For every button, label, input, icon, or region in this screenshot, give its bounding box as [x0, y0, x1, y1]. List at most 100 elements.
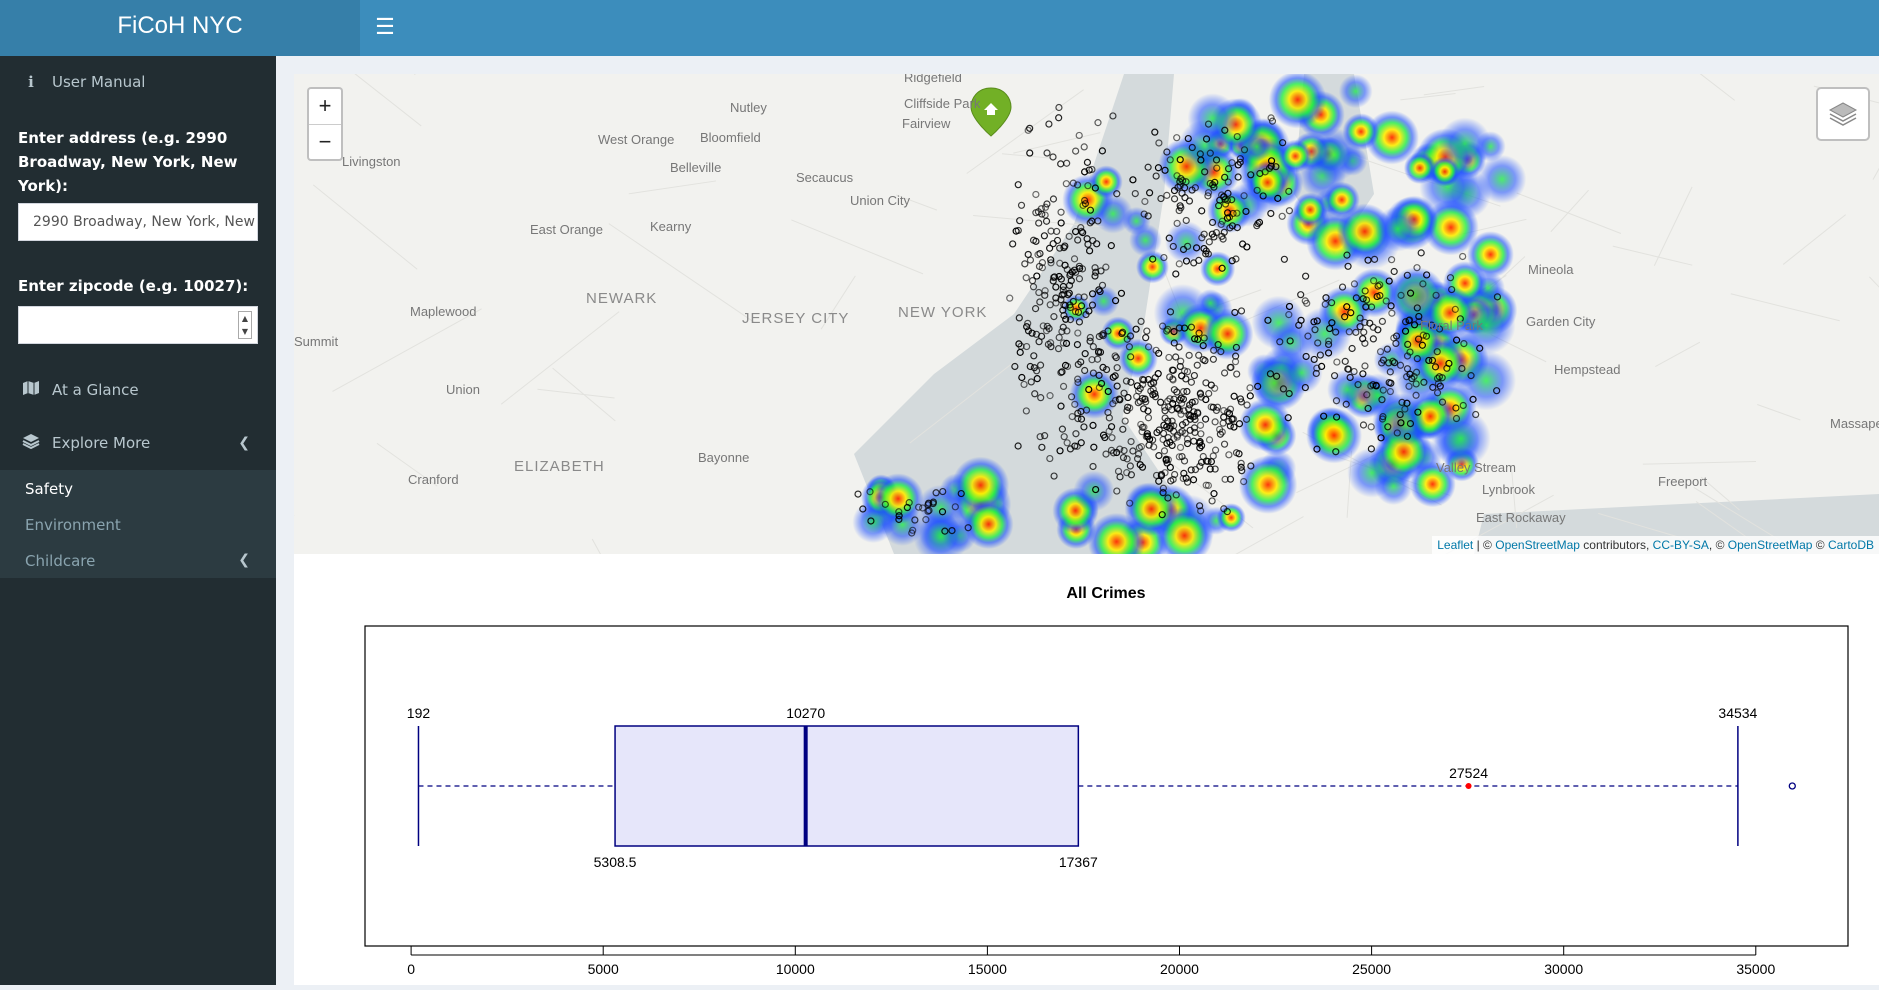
crime-point: [1200, 454, 1206, 460]
app-title[interactable]: FiCoH NYC: [0, 0, 360, 56]
crime-point: [1056, 115, 1062, 121]
crime-point: [1073, 148, 1079, 154]
crime-point: [1418, 250, 1424, 256]
heatmap-blob: [1093, 194, 1133, 234]
crime-point: [1044, 218, 1050, 224]
heatmap-blob: [1118, 339, 1158, 379]
sidebar-item-at-a-glance[interactable]: At a Glance: [0, 369, 276, 411]
hamburger-icon[interactable]: ☰: [372, 14, 398, 40]
submenu-item-environment[interactable]: Environment: [25, 516, 121, 534]
place-label: Bayonne: [698, 450, 749, 465]
address-input[interactable]: 2990 Broadway, New York, New York: [18, 203, 258, 241]
attribution-text: | ©: [1473, 538, 1495, 552]
crime-point: [1360, 422, 1366, 428]
map-street: [1654, 187, 1692, 266]
sidebar-item-label: User Manual: [52, 73, 145, 91]
place-label: Livingston: [342, 154, 401, 169]
place-label: Cranford: [408, 472, 459, 487]
crime-point: [1023, 275, 1029, 281]
place-label: Cliffside Park: [904, 96, 980, 111]
place-label: Hempstead: [1554, 362, 1620, 377]
crime-point: [1025, 251, 1031, 257]
crime-point: [1202, 358, 1208, 364]
heatmap-blob: [1202, 308, 1254, 360]
zipcode-input[interactable]: ▲▼: [18, 306, 258, 344]
map-attribution: Leaflet | © OpenStreetMap contributors, …: [1432, 536, 1879, 554]
attribution-text: contributors,: [1580, 538, 1653, 552]
crime-point: [1188, 379, 1194, 385]
map-street: [592, 539, 612, 554]
crime-point: [1213, 447, 1219, 453]
place-label: Ridgefield: [904, 74, 962, 85]
map-street: [1873, 108, 1879, 179]
crime-point: [1226, 452, 1232, 458]
crime-heatmap[interactable]: Nutley Ridgefield Cliffside Park Fairvie…: [294, 74, 1879, 554]
iqr-box: [615, 726, 1078, 846]
crime-point: [1173, 271, 1179, 277]
place-label: Fairview: [902, 116, 950, 131]
osm-link[interactable]: OpenStreetMap: [1495, 538, 1580, 552]
crime-point: [1206, 239, 1212, 245]
crime-point: [1199, 208, 1205, 214]
zoom-out-button[interactable]: −: [309, 125, 341, 160]
crime-point: [855, 491, 861, 497]
crime-point: [1194, 362, 1200, 368]
crime-point: [1015, 182, 1021, 188]
heatmap-blob: [1279, 140, 1312, 173]
map-street: [501, 312, 619, 405]
crime-point: [1158, 399, 1164, 405]
crime-point: [1210, 356, 1216, 362]
map-canvas[interactable]: [294, 74, 1879, 554]
crime-point: [1460, 253, 1466, 259]
x-tick-label: 10000: [776, 961, 815, 977]
place-label: Secaucus: [796, 170, 853, 185]
attribution-text: , ©: [1709, 538, 1728, 552]
place-label: Union City: [850, 193, 910, 208]
leaflet-link[interactable]: Leaflet: [1437, 538, 1473, 552]
place-label: Freeport: [1658, 474, 1707, 489]
crime-point: [1134, 393, 1140, 399]
crime-point: [1030, 278, 1036, 284]
heatmap-blob: [1073, 471, 1114, 512]
crime-point: [1044, 150, 1050, 156]
q1-label: 5308.5: [594, 854, 637, 870]
crime-point: [1334, 359, 1340, 365]
cc-by-sa-link[interactable]: CC-BY-SA: [1653, 538, 1709, 552]
heatmap-blob: [1239, 398, 1292, 451]
crime-point: [1047, 245, 1053, 251]
highlight-label: 27524: [1449, 765, 1488, 781]
layers-icon: [18, 433, 44, 453]
crime-point: [1206, 391, 1212, 397]
submenu-item-safety[interactable]: Safety: [25, 480, 73, 498]
heatmap-blob: [1136, 250, 1169, 283]
heatmap-blob: [1478, 155, 1527, 204]
heatmap-blob: [1188, 93, 1238, 143]
heatmap-blob: [1439, 117, 1492, 170]
cartodb-link[interactable]: CartoDB: [1828, 538, 1874, 552]
map-street: [333, 309, 482, 392]
layers-control-button[interactable]: [1816, 87, 1870, 141]
crime-point: [1033, 191, 1039, 197]
place-label: Nutley: [730, 100, 767, 115]
place-label: East Rockaway: [1476, 510, 1566, 525]
osm-link[interactable]: OpenStreetMap: [1728, 538, 1813, 552]
zoom-in-button[interactable]: +: [309, 89, 341, 125]
crime-point: [1050, 154, 1056, 160]
map-street: [1694, 74, 1734, 100]
zoom-control: + −: [307, 87, 343, 161]
crime-point: [1198, 422, 1204, 428]
all-crimes-boxplot: All Crimes 19210270345345308.51736727524…: [294, 554, 1879, 985]
map-street: [1655, 342, 1700, 366]
place-label: Valley Stream: [1436, 460, 1516, 475]
crime-point: [1027, 150, 1033, 156]
crime-point: [1211, 491, 1217, 497]
crime-point: [1035, 252, 1041, 258]
number-spinner[interactable]: ▲▼: [238, 311, 252, 339]
spinner-down-icon[interactable]: ▼: [239, 325, 251, 338]
spinner-up-icon[interactable]: ▲: [239, 312, 251, 325]
crime-point: [1058, 161, 1064, 167]
sidebar-item-user-manual[interactable]: i User Manual: [0, 61, 276, 103]
sidebar-item-explore-more[interactable]: Explore More ❮: [0, 422, 276, 464]
submenu-item-childcare[interactable]: Childcare: [25, 552, 95, 570]
place-label: Massapequa: [1830, 416, 1879, 431]
